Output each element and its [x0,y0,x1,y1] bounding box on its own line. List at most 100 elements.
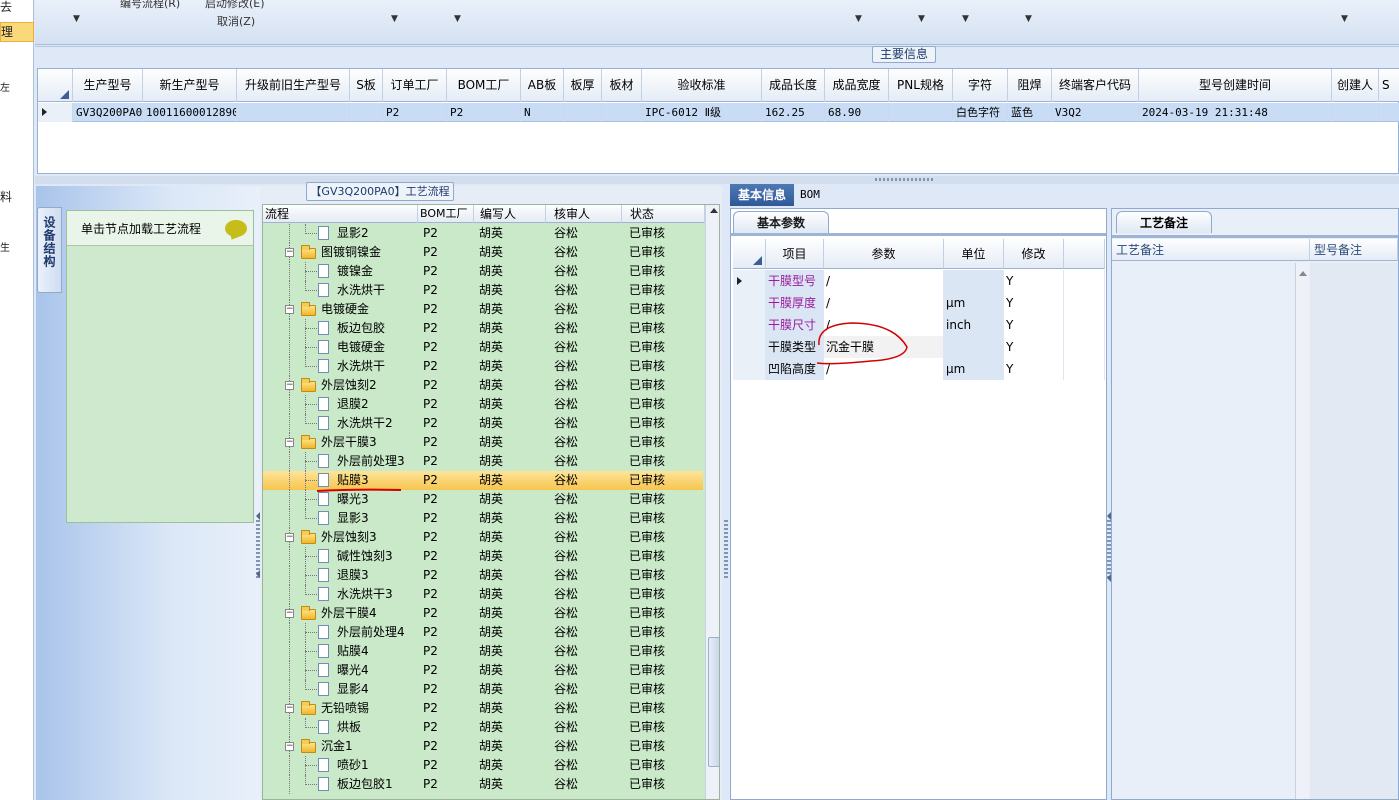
process-row[interactable]: − 外层蚀刻3 P2 胡英 谷松 已审核 [263,528,703,547]
process-row[interactable]: 水洗烘干2 P2 胡英 谷松 已审核 [263,414,703,433]
collapse-toggle-icon[interactable]: − [285,248,294,257]
process-row[interactable]: 贴膜4 P2 胡英 谷松 已审核 [263,642,703,661]
collapse-toggle-icon[interactable]: − [285,704,294,713]
col-header[interactable]: 生产型号 [73,69,143,102]
process-row[interactable]: 镀镍金 P2 胡英 谷松 已审核 [263,262,703,281]
col-header[interactable]: AB板 [521,69,564,102]
process-row[interactable]: 外层前处理4 P2 胡英 谷松 已审核 [263,623,703,642]
process-row[interactable]: 外层前处理3 P2 胡英 谷松 已审核 [263,452,703,471]
table-cell[interactable]: 68.90 [825,103,889,122]
process-row[interactable]: 显影2 P2 胡英 谷松 已审核 [263,224,703,243]
process-row[interactable]: − 无铅喷锡 P2 胡英 谷松 已审核 [263,699,703,718]
process-row[interactable]: 板边包胶 P2 胡英 谷松 已审核 [263,319,703,338]
process-row[interactable]: 电镀硬金 P2 胡英 谷松 已审核 [263,338,703,357]
table-cell[interactable]: P2 [447,103,521,122]
col-header[interactable]: PNL规格 [889,69,953,102]
horizontal-splitter[interactable] [35,176,1399,184]
nav-item[interactable]: 左 [0,80,34,98]
table-cell[interactable] [350,103,383,122]
col-header[interactable]: 板材 [602,69,642,102]
param-row[interactable]: 干膜尺寸 / inch Y [733,314,1105,336]
col-header[interactable]: BOM工厂 [418,205,474,223]
param-value[interactable]: / [824,292,944,314]
scroll-up-icon[interactable] [710,208,718,213]
dropdown-arrow-icon[interactable]: ▼ [73,14,80,24]
table-cell[interactable]: IPC-6012 Ⅱ级 [642,103,762,122]
row-selector[interactable] [733,270,766,292]
col-header[interactable]: 板厚 [564,69,602,102]
col-header[interactable]: 订单工厂 [383,69,447,102]
col-header[interactable]: 字符 [953,69,1008,102]
process-row[interactable]: 喷砂1 P2 胡英 谷松 已审核 [263,756,703,775]
collapse-toggle-icon[interactable]: − [285,305,294,314]
row-selector[interactable] [733,314,766,336]
col-header[interactable]: 参数 [824,239,944,269]
col-header[interactable]: BOM工厂 [447,69,521,102]
table-cell[interactable]: V3Q2 [1052,103,1139,122]
tab-basic-params[interactable]: 基本参数 [733,211,829,233]
dropdown-arrow-icon[interactable]: ▼ [454,14,461,24]
table-cell[interactable]: 白色字符 [953,103,1008,122]
col-header[interactable]: 单位 [944,239,1004,269]
col-header[interactable]: 成品长度 [762,69,825,102]
col-header[interactable]: 升级前旧生产型号 [237,69,350,102]
process-row[interactable]: − 图镀铜镍金 P2 胡英 谷松 已审核 [263,243,703,262]
process-row[interactable]: 水洗烘干 P2 胡英 谷松 已审核 [263,357,703,376]
scroll-thumb[interactable] [708,637,719,767]
col-header[interactable]: S板 [350,69,383,102]
table-cell[interactable] [889,103,953,122]
remark-scrollbar[interactable] [1295,263,1309,799]
nav-item[interactable]: 去 [0,0,34,16]
process-row[interactable]: − 外层蚀刻2 P2 胡英 谷松 已审核 [263,376,703,395]
table-cell[interactable] [564,103,602,122]
vertical-scrollbar[interactable] [705,205,719,799]
process-row[interactable]: 水洗烘干3 P2 胡英 谷松 已审核 [263,585,703,604]
process-row[interactable]: 曝光4 P2 胡英 谷松 已审核 [263,661,703,680]
collapse-toggle-icon[interactable]: − [285,438,294,447]
table-cell[interactable]: 162.25 [762,103,825,122]
param-row[interactable]: 干膜类型 沉金干膜 Y [733,336,1105,358]
process-row[interactable]: 水洗烘干 P2 胡英 谷松 已审核 [263,281,703,300]
row-selector[interactable] [733,336,766,358]
vertical-tab-device-structure[interactable]: 设备结构 [37,207,62,293]
process-row[interactable]: − 电镀硬金 P2 胡英 谷松 已审核 [263,300,703,319]
process-row[interactable]: − 外层干膜3 P2 胡英 谷松 已审核 [263,433,703,452]
table-cell[interactable] [1332,103,1379,122]
table-cell[interactable] [237,103,350,122]
model-remark-area[interactable] [1310,263,1398,799]
col-header[interactable]: 终端客户代码 [1052,69,1139,102]
process-row[interactable]: 退膜3 P2 胡英 谷松 已审核 [263,566,703,585]
table-cell[interactable]: 蓝色 [1008,103,1052,122]
table-cell[interactable]: GV3Q200PA0 [73,103,143,122]
scroll-up-icon[interactable] [1299,271,1307,276]
col-header[interactable]: 工艺备注 [1112,239,1310,261]
dropdown-arrow-icon[interactable]: ▼ [1341,14,1348,24]
col-header[interactable]: 编写人 [474,205,546,223]
collapse-toggle-icon[interactable]: − [285,742,294,751]
hint-header[interactable]: 单击节点加载工艺流程 [67,211,253,246]
param-row[interactable]: 干膜厚度 / μm Y [733,292,1105,314]
process-row[interactable]: 碱性蚀刻3 P2 胡英 谷松 已审核 [263,547,703,566]
collapse-toggle-icon[interactable]: − [285,381,294,390]
col-header[interactable]: 新生产型号 [143,69,237,102]
process-row[interactable]: 显影4 P2 胡英 谷松 已审核 [263,680,703,699]
col-header[interactable]: 型号备注 [1310,239,1398,261]
col-header[interactable]: 修改 [1004,239,1064,269]
collapse-toggle-icon[interactable]: − [285,533,294,542]
process-row[interactable]: 烘板 P2 胡英 谷松 已审核 [263,718,703,737]
table-cell[interactable]: N [521,103,564,122]
collapse-toggle-icon[interactable]: − [285,609,294,618]
param-value[interactable]: / [824,270,944,292]
dropdown-arrow-icon[interactable]: ▼ [391,14,398,24]
table-cell[interactable] [602,103,642,122]
tab-basic-info[interactable]: 基本信息 [730,184,794,206]
col-header[interactable]: 创建人 [1332,69,1379,102]
table-cell[interactable]: 2024-03-19 21:31:48 [1139,103,1332,122]
process-row[interactable]: 板边包胶1 P2 胡英 谷松 已审核 [263,775,703,794]
process-row[interactable]: − 沉金1 P2 胡英 谷松 已审核 [263,737,703,756]
col-header[interactable]: 核审人 [546,205,622,223]
process-row[interactable]: 退膜2 P2 胡英 谷松 已审核 [263,395,703,414]
toolbar-item-flow[interactable]: 编号流程(R) [120,0,180,11]
nav-item[interactable]: 生 [0,240,34,258]
toolbar-item-modify[interactable]: 启动修改(E) [205,0,265,11]
